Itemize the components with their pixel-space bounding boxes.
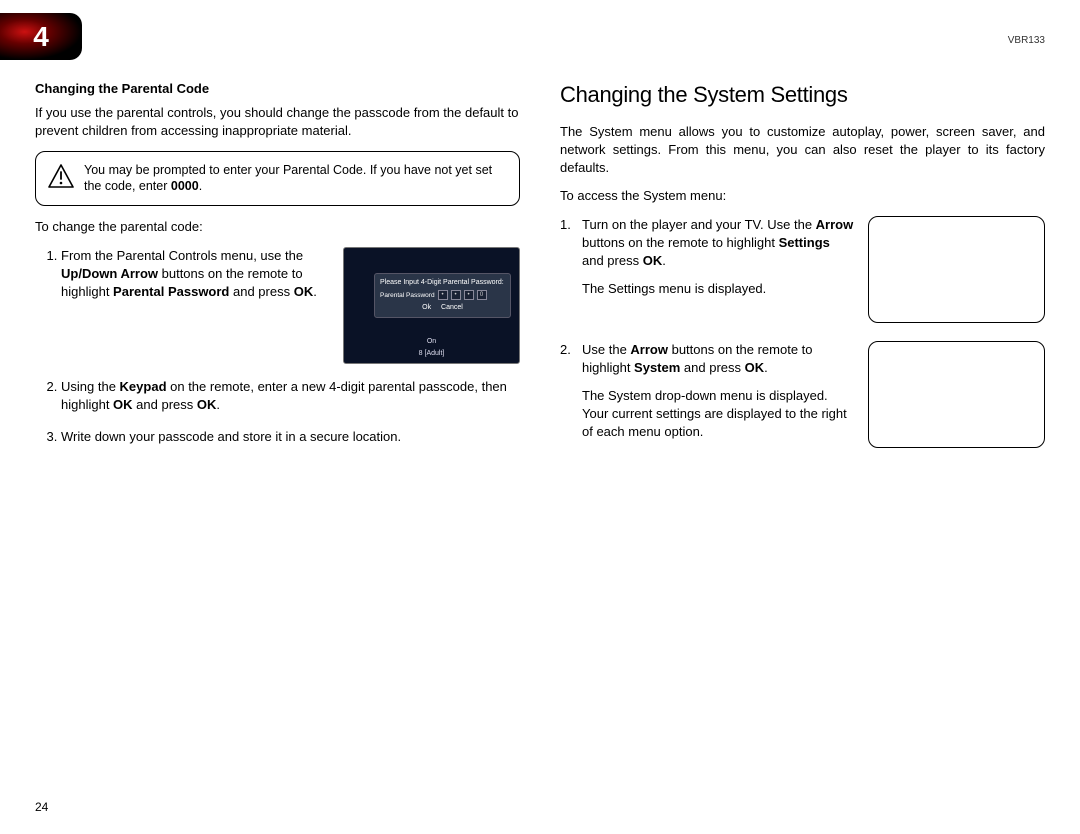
left-step-2: Using the Keypad on the remote, enter a …: [61, 378, 520, 414]
settings-menu-placeholder: [868, 216, 1045, 323]
chapter-number: 4: [33, 21, 49, 53]
dialog-row-label: Parental Password: [380, 291, 435, 300]
note-box: You may be prompted to enter your Parent…: [35, 151, 520, 207]
digit-2: •: [451, 290, 461, 300]
step1-result: The Settings menu is displayed.: [582, 280, 854, 298]
model-label: VBR133: [1008, 35, 1045, 46]
dialog-title: Please Input 4-Digit Parental Password:: [380, 278, 505, 288]
dialog-cancel: Cancel: [441, 304, 463, 311]
warning-icon: [48, 164, 74, 188]
left-step-3: Write down your passcode and store it in…: [61, 428, 520, 446]
page-number: 24: [35, 800, 48, 814]
step-number-2: 2.: [560, 341, 582, 452]
left-column: Changing the Parental Code If you use th…: [35, 80, 520, 469]
right-step-2: 2. Use the Arrow buttons on the remote t…: [560, 341, 1045, 452]
parental-password-screenshot: Please Input 4-Digit Parental Password: …: [343, 247, 520, 364]
step-number-1: 1.: [560, 216, 582, 309]
step2-result: The System drop-down menu is displayed. …: [582, 387, 854, 442]
system-menu-placeholder: [868, 341, 1045, 448]
digit-1: •: [438, 290, 448, 300]
digit-4: 0: [477, 290, 487, 300]
right-intro: The System menu allows you to customize …: [560, 123, 1045, 178]
left-intro: If you use the parental controls, you sh…: [35, 104, 520, 140]
status-rating: 8 [Adult]: [344, 349, 519, 359]
right-title: Changing the System Settings: [560, 80, 1045, 111]
left-lead: To change the parental code:: [35, 218, 520, 236]
dialog-ok: Ok: [422, 304, 431, 311]
left-steps: From the Parental Controls menu, use the…: [35, 247, 520, 447]
chapter-badge: 4: [0, 13, 82, 60]
left-step-1: From the Parental Controls menu, use the…: [61, 247, 520, 364]
right-lead: To access the System menu:: [560, 187, 1045, 205]
right-column: Changing the System Settings The System …: [560, 80, 1045, 469]
status-on: On: [344, 337, 519, 347]
digit-3: •: [464, 290, 474, 300]
dialog: Please Input 4-Digit Parental Password: …: [374, 273, 511, 319]
note-text: You may be prompted to enter your Parent…: [84, 162, 507, 196]
left-heading: Changing the Parental Code: [35, 80, 520, 98]
right-step-1: 1. Turn on the player and your TV. Use t…: [560, 216, 1045, 323]
